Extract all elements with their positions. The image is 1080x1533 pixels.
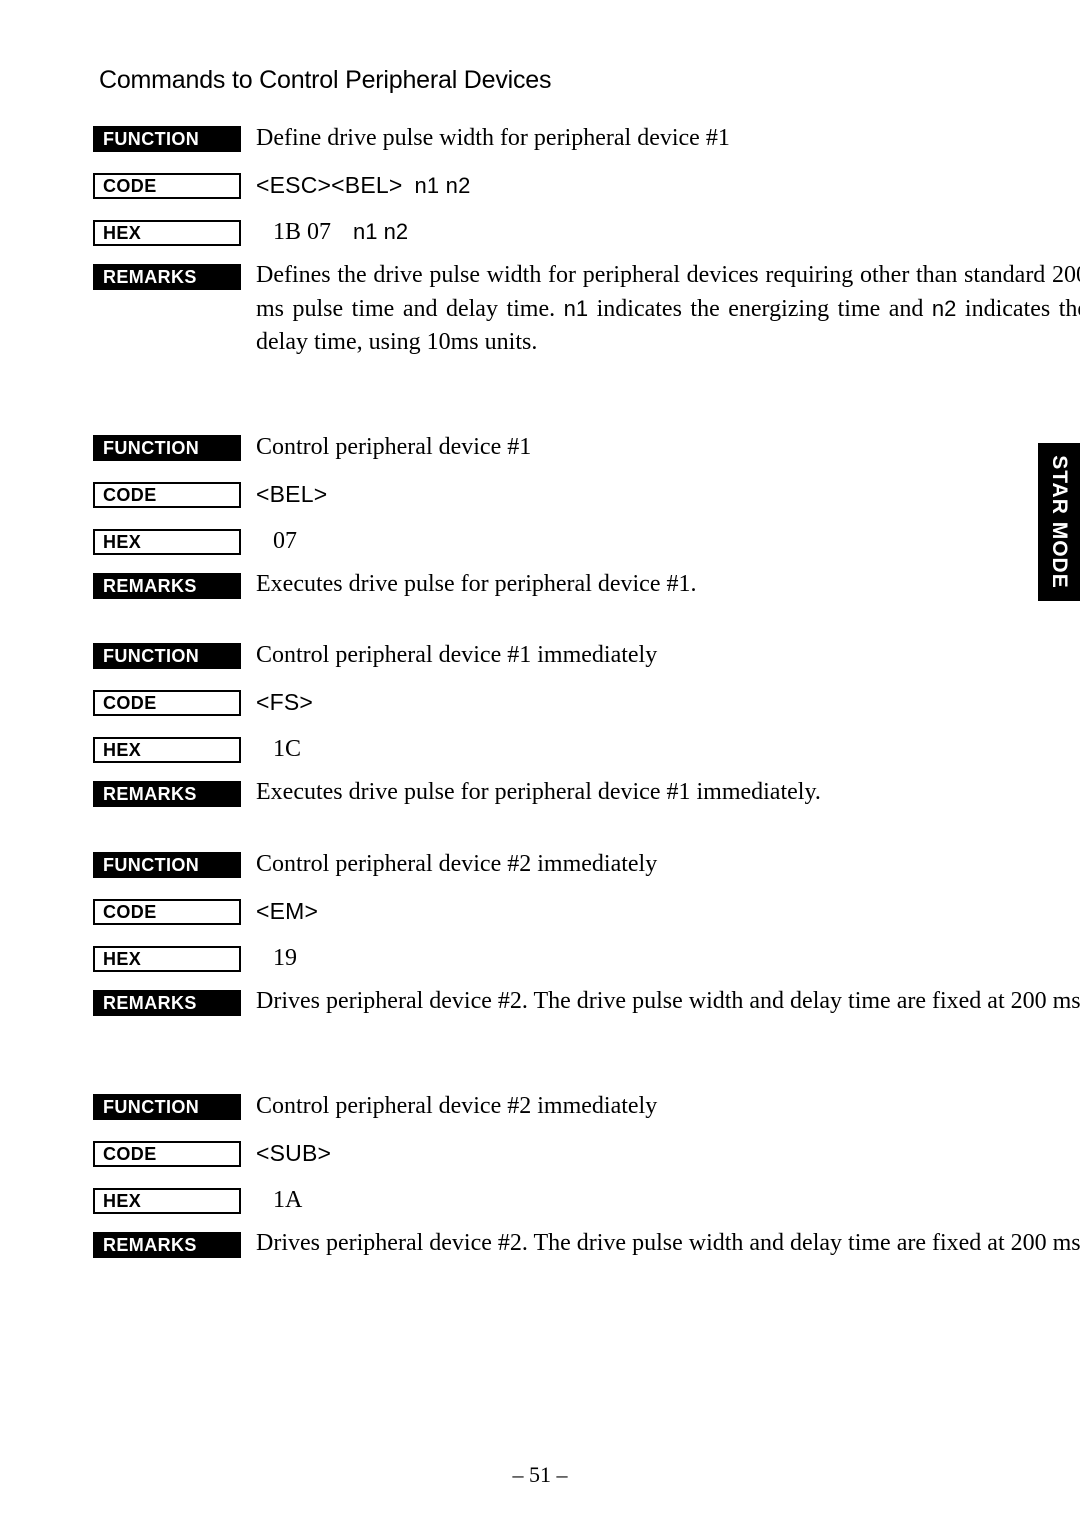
remarks-text: Defines the drive pulse width for periph… [256,259,1080,359]
hex-row: HEX 19 [93,945,1013,990]
hex-label: HEX [93,529,241,555]
code-row: CODE <EM> [93,898,1013,946]
remarks-row: REMARKS Executes drive pulse for periphe… [93,571,1013,613]
command-block-3: FUNCTION Control peripheral device #1 im… [93,642,1013,821]
function-label: FUNCTION [93,435,241,461]
code-row: CODE <ESC><BEL> n1 n2 [93,170,1013,220]
hex-row: HEX 1B 07 n1 n2 [93,217,1013,264]
function-label: FUNCTION [93,852,241,878]
document-page: Commands to Control Peripheral Devices S… [0,0,1080,1533]
function-text: Control peripheral device #1 immediately [256,642,658,668]
remarks-row: REMARKS Drives peripheral device #2. The… [93,988,1080,1060]
function-row: FUNCTION Control peripheral device #1 [93,434,1013,482]
remarks-row: REMARKS Executes drive pulse for periphe… [93,779,1013,821]
function-text: Control peripheral device #1 [256,434,532,460]
code-row: CODE <FS> [93,689,1013,737]
code-text: <SUB> [256,1140,332,1166]
remarks-n1: n1 [563,296,589,321]
remarks-label: REMARKS [93,1232,241,1258]
code-label: CODE [93,899,241,925]
function-row: FUNCTION Control peripheral device #2 im… [93,851,1013,899]
hex-row: HEX 1C [93,736,1013,781]
code-row: CODE <BEL> [93,481,1013,529]
code-label: CODE [93,690,241,716]
remarks-text: Executes drive pulse for peripheral devi… [256,571,697,597]
hex-label: HEX [93,737,241,763]
remarks-text: Executes drive pulse for peripheral devi… [256,779,821,805]
remarks-row: REMARKS Defines the drive pulse width fo… [93,262,1080,394]
function-text: Define drive pulse width for peripheral … [256,125,730,151]
code-label: CODE [93,1141,241,1167]
code-label: CODE [93,482,241,508]
hex-label: HEX [93,220,241,246]
command-block-5: FUNCTION Control peripheral device #2 im… [93,1093,1080,1302]
hex-label: HEX [93,1188,241,1214]
hex-text: 1B 07 n1 n2 [273,217,408,247]
function-row: FUNCTION Define drive pulse width for pe… [93,125,1013,173]
code-value: <ESC><BEL> [256,172,403,198]
page-title: Commands to Control Peripheral Devices [99,66,552,94]
code-text: <EM> [256,898,319,924]
hex-value: 1B 07 [273,219,332,245]
remarks-text: Drives peripheral device #2. The drive p… [256,988,1080,1014]
command-block-1: FUNCTION Define drive pulse width for pe… [93,125,1080,394]
hex-text: 07 [273,528,297,554]
code-row: CODE <SUB> [93,1140,1013,1188]
remarks-label: REMARKS [93,264,241,290]
code-label: CODE [93,173,241,199]
hex-text: 1C [273,736,302,762]
remarks-text: Drives peripheral device #2. The drive p… [256,1230,1080,1256]
remarks-line-2b: indicates the energizing time and [588,296,932,322]
code-args: n1 n2 [414,173,471,198]
command-block-4: FUNCTION Control peripheral device #2 im… [93,851,1080,1060]
command-block-2: FUNCTION Control peripheral device #1 CO… [93,434,1013,613]
hex-row: HEX 1A [93,1187,1013,1232]
remarks-n2: n2 [931,296,957,321]
page-number: – 51 – [512,1462,568,1487]
function-label: FUNCTION [93,643,241,669]
function-text: Control peripheral device #2 immediately [256,851,658,877]
function-row: FUNCTION Control peripheral device #1 im… [93,642,1013,690]
function-label: FUNCTION [93,126,241,152]
hex-text: 19 [273,945,297,971]
function-label: FUNCTION [93,1094,241,1120]
function-text: Control peripheral device #2 immediately [256,1093,658,1119]
remarks-label: REMARKS [93,781,241,807]
hex-text: 1A [273,1187,303,1213]
code-text: <FS> [256,689,314,715]
code-text: <ESC><BEL> n1 n2 [256,170,471,201]
remarks-label: REMARKS [93,573,241,599]
remarks-label: REMARKS [93,990,241,1016]
code-text: <BEL> [256,481,328,507]
hex-args: n1 n2 [353,219,409,244]
remarks-row: REMARKS Drives peripheral device #2. The… [93,1230,1080,1302]
hex-label: HEX [93,946,241,972]
function-row: FUNCTION Control peripheral device #2 im… [93,1093,1013,1141]
hex-row: HEX 07 [93,528,1013,573]
